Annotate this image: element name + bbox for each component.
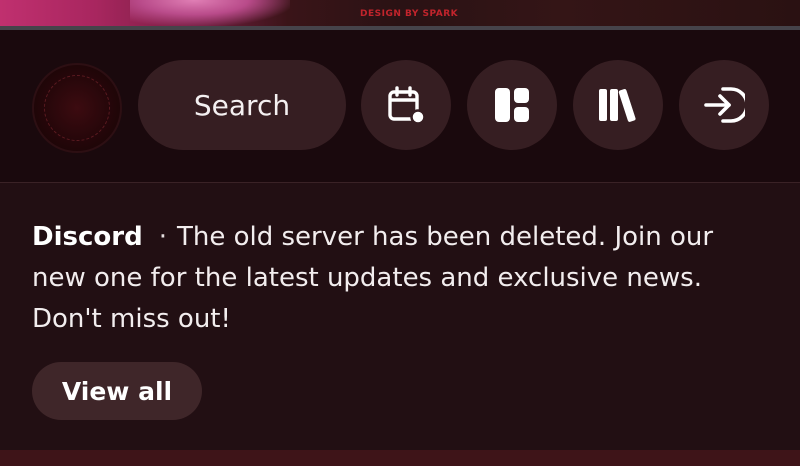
- login-button[interactable]: [679, 60, 769, 150]
- page: DESIGN BY SPARK Search Discord · The old…: [0, 0, 800, 466]
- browse-button[interactable]: [467, 60, 557, 150]
- view-all-button[interactable]: View all: [32, 362, 202, 420]
- banner-artwork: [130, 0, 290, 26]
- login-icon: [704, 87, 745, 123]
- announcement-panel: Discord · The old server has been deleted.…: [0, 183, 800, 450]
- banner-credit: DESIGN BY SPARK: [360, 9, 459, 19]
- nav-bar: Search: [0, 30, 800, 182]
- library-icon: [599, 89, 636, 122]
- next-section-edge: [0, 450, 800, 466]
- search-label: Search: [193, 88, 291, 122]
- announcement-source[interactable]: Discord: [32, 222, 143, 252]
- announcement-separator: ·: [158, 222, 167, 252]
- site-logo[interactable]: [32, 63, 122, 153]
- view-all-label: View all: [61, 376, 173, 406]
- logo-emblem-ring: [44, 75, 110, 141]
- search-button[interactable]: Search: [138, 60, 346, 150]
- library-button[interactable]: [573, 60, 663, 150]
- schedule-button[interactable]: [361, 60, 451, 150]
- announcement-text: Discord · The old server has been deleted.…: [32, 217, 752, 340]
- calendar-icon: [388, 86, 426, 125]
- header-banner: DESIGN BY SPARK: [0, 0, 800, 26]
- layout-dashboard-icon: [495, 88, 529, 122]
